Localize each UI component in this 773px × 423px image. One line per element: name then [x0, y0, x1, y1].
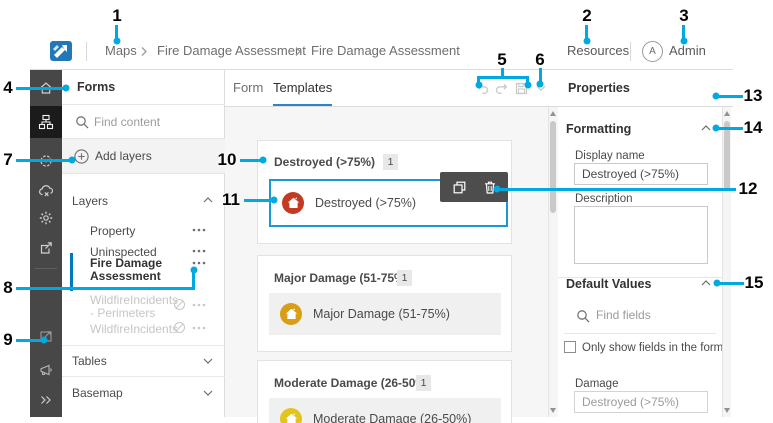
templates-scrollbar[interactable]	[548, 107, 557, 417]
overflow-menu-icon[interactable]	[192, 303, 206, 307]
layers-section-header[interactable]: Layers	[72, 194, 108, 208]
navigation-rail	[30, 70, 62, 417]
sharing-icon[interactable]	[30, 233, 62, 263]
search-icon	[76, 116, 89, 129]
chevron-right-icon	[140, 46, 148, 57]
avatar[interactable]: A	[642, 41, 663, 62]
only-show-fields-checkbox[interactable]	[564, 341, 576, 353]
display-name-label: Display name	[575, 150, 645, 162]
tab-form[interactable]: Form	[233, 70, 263, 106]
template-item-label: Destroyed (>75%)	[315, 196, 417, 210]
tables-section-header[interactable]: Tables	[72, 354, 107, 368]
selected-layer-indicator	[70, 253, 73, 291]
find-content-input[interactable]	[94, 112, 214, 132]
template-group-title: Destroyed (>75%)	[274, 155, 376, 169]
template-item-label: Moderate Damage (26-50%)	[313, 412, 472, 423]
layer-item-wildfire-perimeters[interactable]: WildfireIncidents - Perimeters	[90, 294, 178, 320]
header-divider	[86, 42, 87, 61]
feedback-megaphone-icon[interactable]	[30, 355, 62, 385]
not-visible-icon	[173, 298, 186, 311]
damage-field-input[interactable]	[574, 391, 708, 413]
find-fields-input[interactable]	[596, 305, 696, 325]
chevron-up-icon[interactable]	[701, 280, 711, 286]
redo-icon[interactable]	[494, 81, 509, 96]
add-layers-label: Add layers	[95, 149, 152, 163]
forms-panel-title: Forms	[77, 80, 116, 94]
plus-circle-icon	[74, 149, 89, 164]
properties-scrollbar[interactable]	[722, 107, 731, 417]
field-maps-designer-screenshot: Maps Fire Damage Assessment Fire Damage …	[0, 0, 773, 423]
template-item-moderate-damage[interactable]: Moderate Damage (26-50%)	[269, 398, 501, 423]
forms-panel: Forms Add layers Layers Property Uninspe…	[62, 70, 225, 417]
only-show-fields-label: Only show fields in the form	[582, 342, 724, 354]
destroyed-house-icon	[282, 192, 304, 214]
templates-panel: Form Templates Destroyed (>75%) 1 Destro…	[225, 70, 558, 423]
scroll-up-arrow[interactable]	[550, 111, 556, 116]
overflow-menu-icon[interactable]	[192, 249, 206, 253]
template-group-moderate-damage: Moderate Damage (26-50%) 1 Moderate Dama…	[257, 360, 512, 423]
chevron-down-icon[interactable]	[203, 358, 213, 364]
major-damage-house-icon	[280, 303, 302, 325]
admin-menu[interactable]: Admin	[669, 33, 706, 69]
breadcrumb-map-name[interactable]: Fire Damage Assessment	[157, 33, 306, 69]
chevron-up-icon[interactable]	[203, 197, 213, 203]
damage-field-label: Damage	[575, 378, 619, 390]
forms-icon[interactable]	[30, 106, 62, 138]
duplicate-icon[interactable]	[452, 180, 467, 195]
layer-item-wildfire-incidents[interactable]: WildfireIncidents	[90, 323, 178, 336]
scrollbar-thumb[interactable]	[724, 121, 730, 191]
overflow-menu-icon[interactable]	[192, 326, 206, 330]
rail-divider	[35, 268, 57, 269]
description-textarea[interactable]	[574, 206, 708, 264]
scroll-down-arrow[interactable]	[550, 408, 556, 413]
template-group-title: Major Damage (51-75%)	[274, 271, 409, 285]
chevron-up-icon[interactable]	[701, 125, 711, 131]
default-values-section-header[interactable]: Default Values	[566, 277, 651, 291]
scroll-up-arrow[interactable]	[724, 111, 730, 116]
settings-gear-icon[interactable]	[30, 203, 62, 233]
template-count-badge: 1	[416, 375, 431, 391]
layer-item-fire-damage-assessment[interactable]: Fire Damage Assessment	[90, 257, 176, 283]
display-name-input[interactable]	[574, 163, 708, 185]
basemap-section-header[interactable]: Basemap	[72, 386, 123, 400]
chevron-down-icon[interactable]	[203, 390, 213, 396]
breadcrumb-maps[interactable]: Maps	[105, 33, 137, 69]
resources-link[interactable]: Resources	[567, 33, 629, 69]
properties-panel: Properties Formatting Display name Descr…	[558, 70, 733, 417]
description-label: Description	[575, 193, 633, 205]
find-content-search[interactable]	[62, 105, 225, 139]
offline-cloud-icon[interactable]	[30, 176, 62, 206]
moderate-damage-house-icon	[280, 408, 302, 423]
breadcrumb-current-page: Fire Damage Assessment	[311, 43, 460, 58]
add-layers-button[interactable]: Add layers	[62, 139, 225, 174]
tab-templates[interactable]: Templates	[273, 70, 333, 106]
not-visible-icon	[173, 321, 186, 334]
template-item-major-damage[interactable]: Major Damage (51-75%)	[269, 293, 501, 335]
chevron-right-icon	[294, 46, 302, 57]
header-divider	[630, 42, 631, 61]
open-in-new-icon[interactable]	[30, 321, 62, 351]
template-item-label: Major Damage (51-75%)	[313, 307, 450, 321]
scrollbar-thumb[interactable]	[550, 121, 556, 213]
template-count-badge: 1	[397, 270, 412, 286]
formatting-section-header[interactable]: Formatting	[566, 122, 631, 136]
overflow-menu-icon[interactable]	[192, 228, 206, 232]
app-header: Maps Fire Damage Assessment Fire Damage …	[30, 33, 733, 70]
template-group-major-damage: Major Damage (51-75%) 1 Major Damage (51…	[257, 255, 512, 352]
template-group-title: Moderate Damage (26-50%)	[274, 376, 431, 390]
search-icon	[577, 310, 590, 323]
layer-item-property[interactable]: Property	[90, 225, 176, 238]
template-count-badge: 1	[383, 154, 398, 170]
collapse-rail-icon[interactable]	[30, 385, 62, 415]
properties-panel-title: Properties	[568, 81, 630, 95]
app-logo-icon	[49, 40, 73, 62]
scroll-down-arrow[interactable]	[724, 408, 730, 413]
overflow-menu-icon[interactable]	[192, 261, 206, 265]
